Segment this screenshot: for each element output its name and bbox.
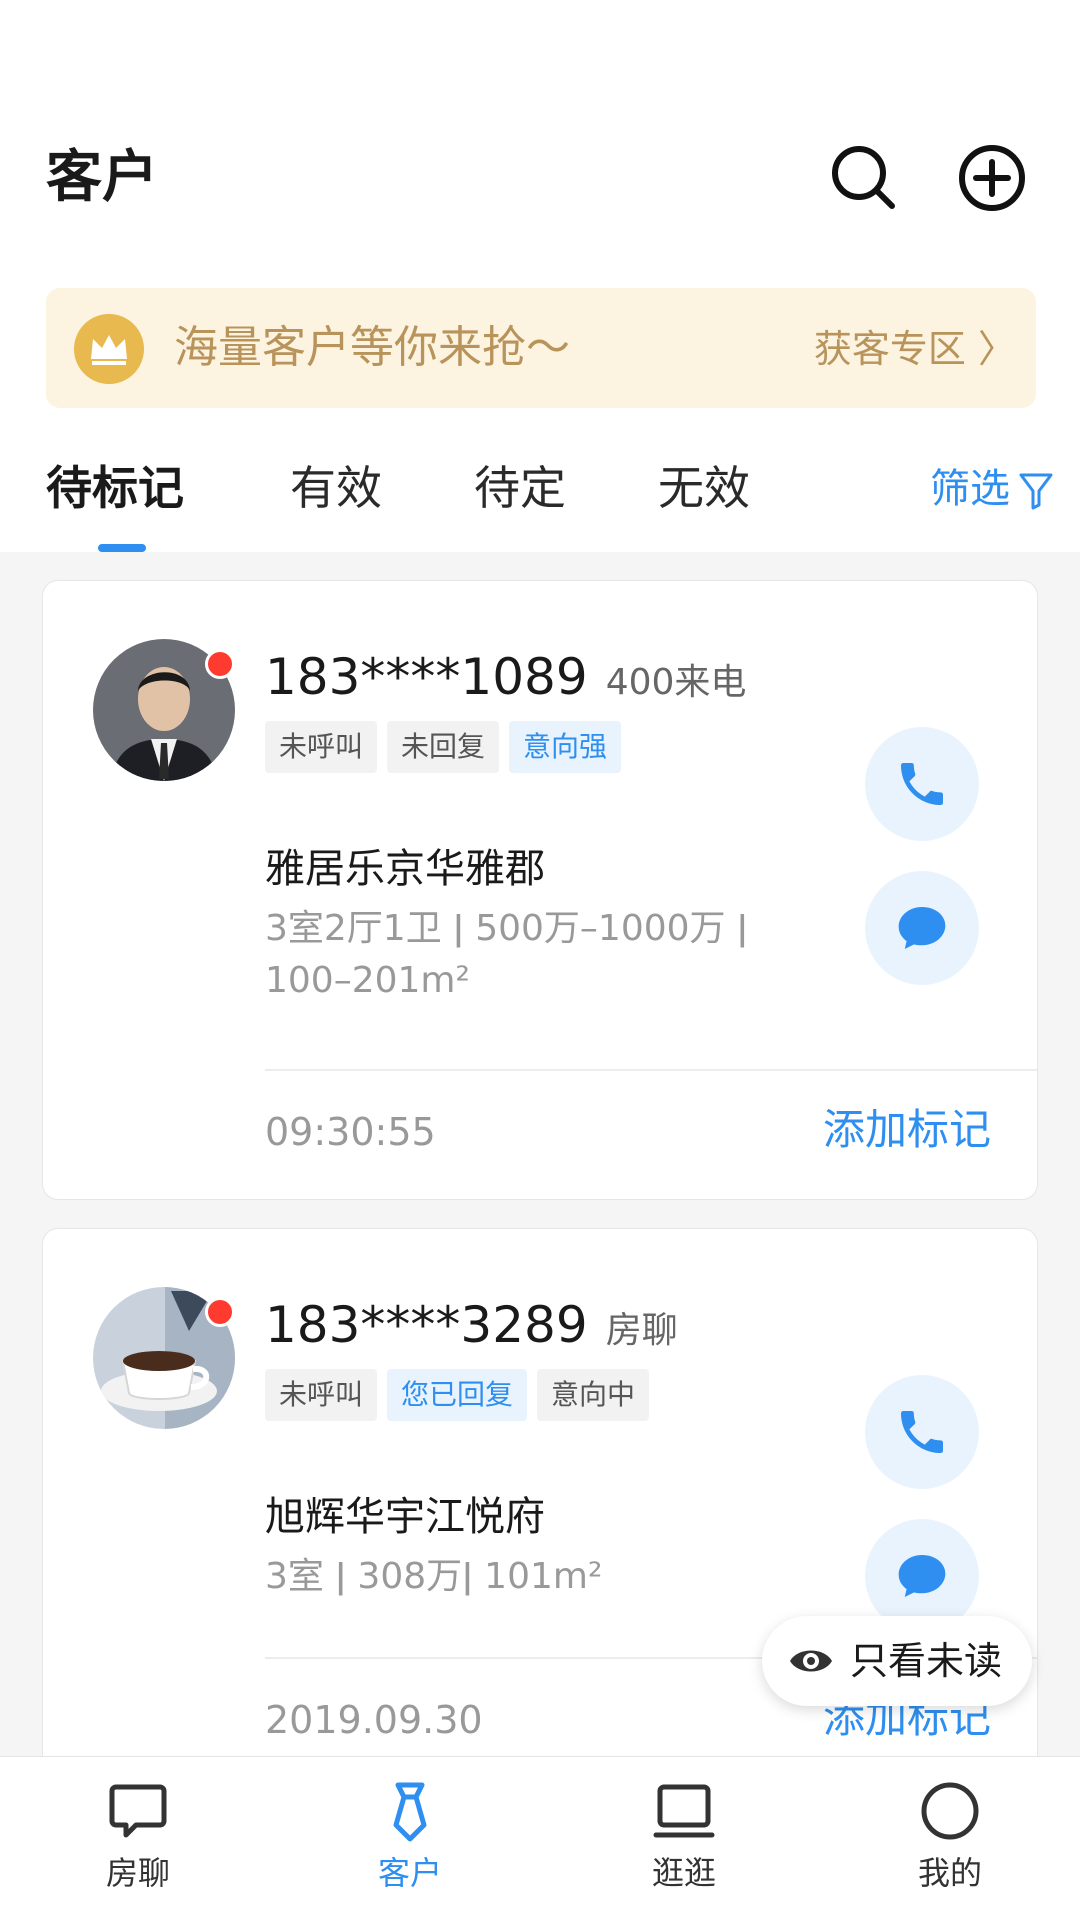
contact-time: 2019.09.30 <box>265 1698 483 1742</box>
message-button[interactable] <box>865 871 979 985</box>
profile-circle-icon <box>921 1782 979 1840</box>
tag-replied: 您已回复 <box>387 1369 528 1421</box>
message-icon <box>898 907 946 949</box>
tag-list: 未呼叫 您已回复 意向中 <box>265 1369 659 1423</box>
property-specs: 3室 ǀ 308万ǀ 101m² <box>265 1556 603 1597</box>
divider <box>265 1069 1037 1071</box>
filter-button[interactable]: 筛选 <box>930 462 1054 516</box>
nav-customers-label: 客户 <box>377 1854 442 1892</box>
tab-indicator <box>98 544 146 552</box>
nav-profile[interactable]: 我的 <box>880 1779 1020 1895</box>
phone-number: 183****3289 <box>265 1296 588 1354</box>
phone-icon <box>901 1411 943 1453</box>
tie-icon <box>393 1782 427 1842</box>
nav-profile-label: 我的 <box>917 1854 982 1892</box>
tab-fade <box>770 448 850 552</box>
property-name: 旭辉华宇江悦府 <box>265 1494 545 1540</box>
customer-source: 400来电 <box>605 662 747 703</box>
banner-text: 海量客户等你来抢～ <box>174 322 570 373</box>
customer-phone: 183****1089 400来电 <box>265 643 746 717</box>
unread-dot <box>205 649 235 679</box>
property-name: 雅居乐京华雅郡 <box>265 846 545 892</box>
nav-chat-label: 房聊 <box>105 1854 170 1892</box>
tag-list: 未呼叫 未回复 意向强 <box>265 721 631 775</box>
tag-intent: 意向中 <box>537 1369 650 1421</box>
tab-valid[interactable]: 有效 <box>290 458 382 518</box>
plus-circle-icon[interactable] <box>956 142 1028 214</box>
nav-browse-label: 逛逛 <box>651 1854 716 1892</box>
chat-bubble-icon <box>109 1784 167 1838</box>
search-icon[interactable] <box>828 142 900 214</box>
header: 客户 海量客户等你来抢～ 获客专区 〉 待标记 有效 待定 无效 筛选 <box>0 0 1080 552</box>
tab-bar: 待标记 有效 待定 无效 筛选 <box>0 448 1080 552</box>
page-title: 客户 <box>46 145 158 210</box>
promo-banner[interactable]: 海量客户等你来抢～ 获客专区 〉 <box>46 288 1036 408</box>
nav-chat[interactable]: 房聊 <box>68 1779 208 1895</box>
nav-customers[interactable]: 客户 <box>340 1779 480 1895</box>
add-mark-button[interactable]: 添加标记 <box>823 1101 991 1159</box>
bottom-nav: 房聊 客户 逛逛 我的 <box>0 1756 1080 1921</box>
unread-dot <box>205 1297 235 1327</box>
eye-icon <box>790 1650 832 1672</box>
property-specs: 3室2厅1卫 ǀ 500万–1000万 ǀ 100–201m² <box>265 908 748 1001</box>
filter-icon <box>1019 473 1053 510</box>
phone-number: 183****1089 <box>265 648 588 706</box>
tag-not-called: 未呼叫 <box>265 1369 378 1421</box>
crown-icon <box>74 314 144 384</box>
contact-time: 09:30:55 <box>265 1110 436 1154</box>
call-button[interactable] <box>865 1375 979 1489</box>
call-button[interactable] <box>865 727 979 841</box>
phone-icon <box>901 763 943 805</box>
tag-intent: 意向强 <box>509 721 622 773</box>
banner-link[interactable]: 获客专区 〉 <box>814 322 1016 376</box>
tab-pending[interactable]: 待标记 <box>46 458 184 518</box>
customer-source: 房聊 <box>605 1310 678 1351</box>
message-icon <box>898 1555 946 1597</box>
unread-only-label: 只看未读 <box>850 1639 1003 1683</box>
tag-not-replied: 未回复 <box>387 721 500 773</box>
unread-only-toggle[interactable]: 只看未读 <box>762 1616 1032 1706</box>
filter-label: 筛选 <box>930 466 1010 512</box>
customer-card[interactable]: 183****1089 400来电 未呼叫 未回复 意向强 雅居乐京华雅郡 3室2厅1… <box>42 580 1038 1200</box>
tag-not-called: 未呼叫 <box>265 721 378 773</box>
nav-browse[interactable]: 逛逛 <box>614 1779 754 1895</box>
tab-undecided[interactable]: 待定 <box>474 458 566 518</box>
customer-phone: 183****3289 房聊 <box>265 1291 678 1365</box>
laptop-icon <box>653 1784 715 1838</box>
tab-invalid[interactable]: 无效 <box>658 458 750 518</box>
